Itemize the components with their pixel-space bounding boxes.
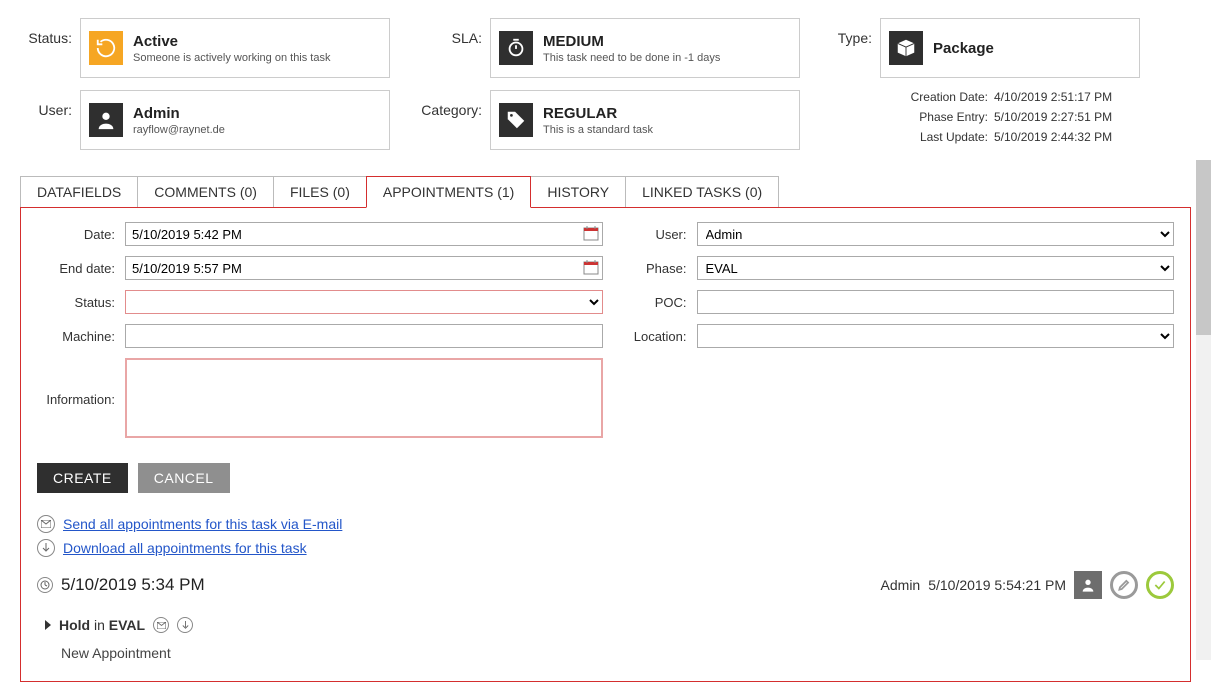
meta-creation-k: Creation Date: [888, 90, 988, 104]
tab-appointments[interactable]: APPOINTMENTS (1) [366, 176, 531, 208]
enddate-input[interactable] [125, 256, 603, 280]
sla-sub: This task need to be done in -1 days [543, 52, 720, 64]
eval-word: EVAL [109, 617, 145, 633]
meta-update-k: Last Update: [888, 130, 988, 144]
category-title: REGULAR [543, 105, 653, 122]
edit-appointment-button[interactable] [1110, 571, 1138, 599]
header-col-right: Type: Package Creation Date: 4/10/2019 2:… [830, 18, 1140, 162]
tab-comments[interactable]: COMMENTS (0) [137, 176, 274, 208]
appointment-owner-ts: 5/10/2019 5:54:21 PM [928, 577, 1066, 593]
header-area: Status: Active Someone is actively worki… [20, 18, 1191, 162]
date-label: Date: [37, 227, 119, 242]
tab-history[interactable]: HISTORY [530, 176, 626, 208]
calendar-icon[interactable] [583, 259, 599, 275]
status-label: Status: [20, 18, 80, 46]
user-label: User: [20, 90, 80, 118]
form-status-label: Status: [37, 295, 119, 310]
meta-phase-v: 5/10/2019 2:27:51 PM [994, 110, 1112, 124]
type-card: Package [880, 18, 1140, 78]
user-square-icon [1074, 571, 1102, 599]
form-information-textarea[interactable] [125, 358, 603, 438]
appointment-owner: Admin [881, 577, 921, 593]
send-email-link[interactable]: Send all appointments for this task via … [63, 516, 342, 532]
meta-list: Creation Date: 4/10/2019 2:51:17 PM Phase… [888, 90, 1140, 144]
create-button[interactable]: CREATE [37, 463, 128, 493]
tab-files[interactable]: FILES (0) [273, 176, 367, 208]
cancel-button[interactable]: CANCEL [138, 463, 230, 493]
download-link[interactable]: Download all appointments for this task [63, 540, 307, 556]
scrollbar[interactable] [1196, 160, 1211, 660]
status-title: Active [133, 33, 330, 50]
tab-datafields[interactable]: DATAFIELDS [20, 176, 138, 208]
date-input[interactable] [125, 222, 603, 246]
in-word: in [90, 617, 109, 633]
category-sub: This is a standard task [543, 124, 653, 136]
form-machine-input[interactable] [125, 324, 603, 348]
meta-phase-k: Phase Entry: [888, 110, 988, 124]
scrollbar-thumb[interactable] [1196, 160, 1211, 335]
category-label: Category: [420, 90, 490, 118]
tab-linked[interactable]: LINKED TASKS (0) [625, 176, 779, 208]
user-sub: rayflow@raynet.de [133, 124, 225, 136]
tabs: DATAFIELDS COMMENTS (0) FILES (0) APPOIN… [20, 176, 1191, 208]
stopwatch-icon [499, 31, 533, 65]
form-phase-label: Phase: [609, 261, 691, 276]
confirm-appointment-button[interactable] [1146, 571, 1174, 599]
refresh-icon [89, 31, 123, 65]
user-card: Admin rayflow@raynet.de [80, 90, 390, 150]
sla-label: SLA: [420, 18, 490, 46]
tag-icon [499, 103, 533, 137]
type-label: Type: [830, 18, 880, 46]
expand-icon[interactable] [45, 620, 51, 630]
form-location-label: Location: [609, 329, 691, 344]
sla-title: MEDIUM [543, 33, 720, 50]
appointment-entry: 5/10/2019 5:34 PM Admin 5/10/2019 5:54:2… [37, 571, 1174, 661]
form-phase-select[interactable]: EVAL [697, 256, 1175, 280]
mail-icon [37, 515, 55, 533]
download-small-icon[interactable] [177, 617, 193, 633]
form-user-label: User: [609, 227, 691, 242]
package-icon [889, 31, 923, 65]
form-poc-input[interactable] [697, 290, 1175, 314]
mail-small-icon[interactable] [153, 617, 169, 633]
clock-icon [37, 577, 53, 593]
enddate-label: End date: [37, 261, 119, 276]
download-icon [37, 539, 55, 557]
status-sub: Someone is actively working on this task [133, 52, 330, 64]
status-card: Active Someone is actively working on th… [80, 18, 390, 78]
type-title: Package [933, 40, 994, 57]
form-status-select[interactable] [125, 290, 603, 314]
sla-card: MEDIUM This task need to be done in -1 d… [490, 18, 800, 78]
form-machine-label: Machine: [37, 329, 119, 344]
new-appointment-label: New Appointment [61, 645, 1174, 661]
meta-update-v: 5/10/2019 2:44:32 PM [994, 130, 1112, 144]
category-card: REGULAR This is a standard task [490, 90, 800, 150]
form-location-select[interactable] [697, 324, 1175, 348]
appointment-form: Date: User: Admin End date: Phase: EVAL … [37, 222, 1174, 441]
appointments-panel: Date: User: Admin End date: Phase: EVAL … [20, 207, 1191, 682]
form-user-select[interactable]: Admin [697, 222, 1175, 246]
meta-creation-v: 4/10/2019 2:51:17 PM [994, 90, 1112, 104]
user-icon [89, 103, 123, 137]
calendar-icon[interactable] [583, 225, 599, 241]
appointment-time: 5/10/2019 5:34 PM [61, 575, 205, 595]
form-poc-label: POC: [609, 295, 691, 310]
header-col-left: Status: Active Someone is actively worki… [20, 18, 390, 162]
hold-word: Hold [59, 617, 90, 633]
user-title: Admin [133, 105, 225, 122]
header-col-middle: SLA: MEDIUM This task need to be done in… [420, 18, 800, 162]
form-information-label: Information: [37, 392, 119, 407]
